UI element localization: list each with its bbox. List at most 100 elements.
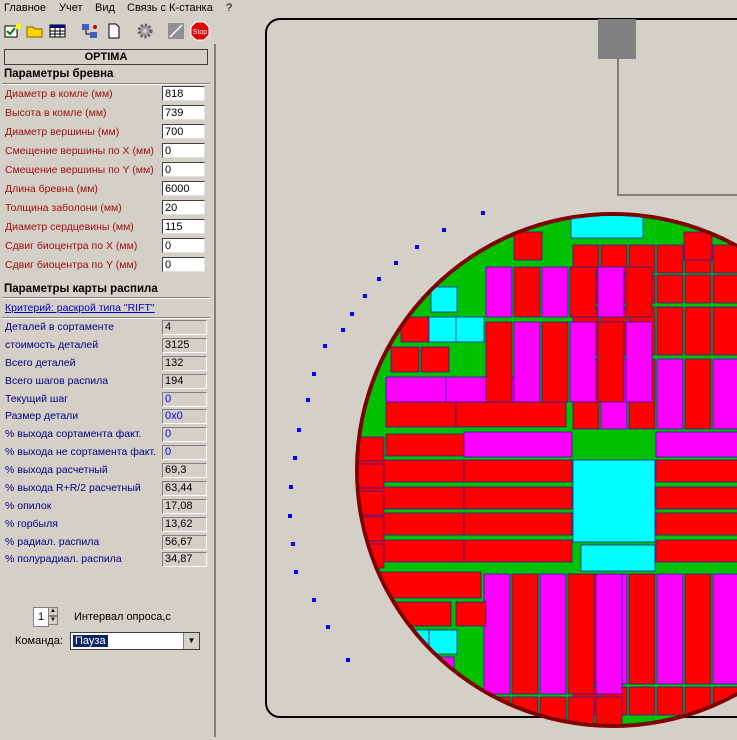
param-input[interactable]: 0 bbox=[162, 257, 205, 272]
board bbox=[683, 231, 713, 261]
param-input[interactable]: 6000 bbox=[162, 181, 205, 196]
table-icon[interactable] bbox=[48, 21, 68, 41]
board bbox=[385, 433, 477, 457]
stat-label: Размер детали bbox=[5, 410, 79, 422]
menu-connection[interactable]: Связь с К-станка bbox=[127, 2, 213, 14]
stat-value: 13,62 bbox=[162, 517, 207, 532]
param-label: Смещение вершины по Y (мм) bbox=[5, 164, 154, 176]
board bbox=[541, 321, 569, 403]
param-input[interactable]: 115 bbox=[162, 219, 205, 234]
measurement-point bbox=[293, 456, 297, 460]
board bbox=[463, 539, 573, 563]
measurement-point bbox=[288, 514, 292, 518]
board bbox=[420, 346, 450, 373]
board bbox=[580, 544, 656, 572]
measurement-point bbox=[289, 485, 293, 489]
stat-value: 63,44 bbox=[162, 481, 207, 496]
board bbox=[455, 601, 487, 627]
board bbox=[656, 306, 684, 356]
board bbox=[656, 274, 684, 304]
stat-label: % горбыля bbox=[5, 518, 58, 530]
board bbox=[483, 573, 511, 695]
param-input[interactable]: 700 bbox=[162, 124, 205, 139]
param-input[interactable]: 0 bbox=[162, 238, 205, 253]
param-label: Диаметр в комле (мм) bbox=[5, 88, 113, 100]
panel-title: OPTIMA bbox=[4, 49, 208, 65]
param-input[interactable]: 818 bbox=[162, 86, 205, 101]
stat-value: 194 bbox=[162, 374, 207, 389]
stat-value: 0 bbox=[162, 392, 207, 407]
chevron-down-icon[interactable]: ▼ bbox=[183, 633, 199, 649]
toolbar: Stop bbox=[0, 17, 216, 45]
criterion-link[interactable]: Критерий: раскрой типа "RIFT" bbox=[5, 302, 155, 314]
board bbox=[463, 512, 573, 536]
network-icon[interactable] bbox=[80, 21, 100, 41]
board bbox=[569, 321, 597, 403]
menu-main[interactable]: Главное bbox=[4, 2, 46, 14]
board bbox=[628, 573, 656, 685]
measurement-point bbox=[394, 261, 398, 265]
stat-label: % выхода сортамента факт. bbox=[5, 428, 142, 440]
param-input[interactable]: 20 bbox=[162, 200, 205, 215]
param-input[interactable]: 0 bbox=[162, 143, 205, 158]
board bbox=[513, 321, 541, 403]
board bbox=[656, 358, 684, 430]
poll-interval-stepper[interactable]: ▲ ▼ bbox=[48, 607, 58, 625]
command-select[interactable]: Пауза ▼ bbox=[70, 632, 200, 650]
folder-open-icon[interactable] bbox=[25, 21, 45, 41]
gear-icon[interactable] bbox=[135, 21, 155, 41]
open-select-icon[interactable] bbox=[3, 21, 23, 41]
stat-value: 17,08 bbox=[162, 499, 207, 514]
stat-value: 132 bbox=[162, 356, 207, 371]
menu-accounting[interactable]: Учет bbox=[59, 2, 83, 14]
menu-help[interactable]: ? bbox=[226, 2, 232, 14]
chevron-up-icon[interactable]: ▲ bbox=[48, 607, 58, 616]
board bbox=[712, 358, 737, 430]
param-label: Смещение вершины по X (мм) bbox=[5, 145, 154, 157]
param-label: Диаметр вершины (мм) bbox=[5, 126, 120, 138]
poll-interval-label: Интервал опроса,с bbox=[74, 611, 171, 623]
line-icon[interactable] bbox=[166, 21, 186, 41]
stat-label: % радиал. распила bbox=[5, 536, 100, 548]
stat-value: 56,67 bbox=[162, 535, 207, 550]
board bbox=[684, 573, 712, 685]
cutting-map bbox=[265, 18, 737, 728]
chevron-down-icon[interactable]: ▼ bbox=[48, 616, 58, 625]
measurement-point bbox=[341, 328, 345, 332]
board bbox=[455, 401, 567, 428]
poll-interval-input[interactable]: 1 bbox=[33, 607, 49, 627]
board bbox=[463, 459, 573, 483]
board bbox=[513, 266, 541, 318]
log-params-title: Параметры бревна bbox=[4, 68, 114, 80]
stop-icon[interactable]: Stop bbox=[190, 21, 210, 41]
stat-label: Деталей в сортаменте bbox=[5, 321, 115, 333]
board bbox=[463, 431, 573, 458]
measurement-point bbox=[363, 294, 367, 298]
measurement-point bbox=[326, 625, 330, 629]
stat-label: Всего деталей bbox=[5, 357, 76, 369]
new-document-icon[interactable] bbox=[104, 21, 124, 41]
measurement-point bbox=[323, 344, 327, 348]
param-label: Высота в комле (мм) bbox=[5, 107, 107, 119]
menu-view[interactable]: Вид bbox=[95, 2, 115, 14]
board bbox=[712, 573, 737, 685]
board bbox=[655, 486, 737, 510]
board bbox=[655, 459, 737, 483]
param-label: Толщина заболони (мм) bbox=[5, 202, 122, 214]
param-input[interactable]: 0 bbox=[162, 162, 205, 177]
param-input[interactable]: 739 bbox=[162, 105, 205, 120]
stat-label: % выхода не сортамента факт. bbox=[5, 446, 156, 458]
board bbox=[684, 274, 712, 304]
measurement-point bbox=[350, 312, 354, 316]
measurement-point bbox=[312, 598, 316, 602]
board bbox=[380, 571, 482, 599]
board bbox=[428, 316, 458, 343]
board bbox=[595, 696, 623, 724]
measurement-point bbox=[346, 658, 350, 662]
board bbox=[655, 512, 737, 536]
param-label: Сдвиг биоцентра по X (мм) bbox=[5, 240, 138, 252]
divider bbox=[2, 297, 210, 299]
board bbox=[539, 573, 567, 695]
stat-value: 0x0 bbox=[162, 409, 207, 424]
cutting-map-canvas[interactable] bbox=[216, 17, 737, 737]
